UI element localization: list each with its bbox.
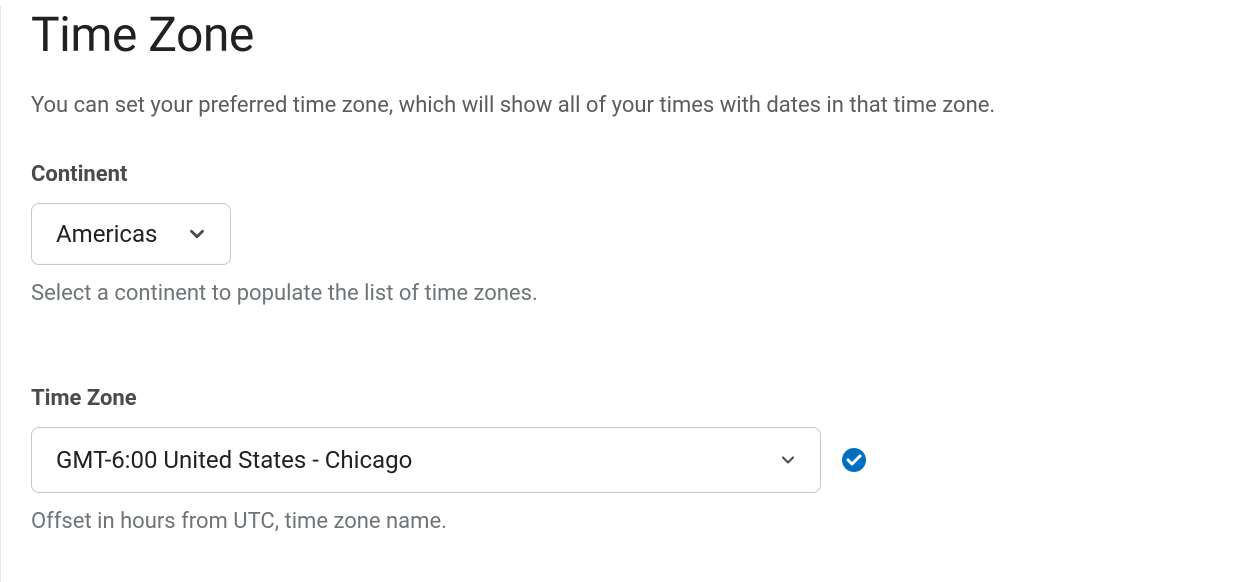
continent-select[interactable]: Americas: [31, 203, 231, 265]
timezone-description: You can set your preferred time zone, wh…: [31, 91, 1246, 122]
page-title: Time Zone: [31, 6, 1246, 63]
continent-select-value: Americas: [56, 220, 166, 248]
confirm-badge-icon: [841, 447, 867, 473]
continent-field-group: Continent Americas Select a continent to…: [31, 162, 1246, 306]
chevron-down-icon: [186, 223, 208, 245]
chevron-down-icon: [778, 450, 798, 470]
continent-label: Continent: [31, 162, 1246, 187]
continent-help-text: Select a continent to populate the list …: [31, 281, 1246, 306]
timezone-field-group: Time Zone GMT-6:00 United States - Chica…: [31, 386, 1246, 534]
timezone-select-value: GMT-6:00 United States - Chicago: [56, 446, 778, 474]
timezone-select[interactable]: GMT-6:00 United States - Chicago: [31, 427, 821, 493]
timezone-label: Time Zone: [31, 386, 1246, 411]
timezone-help-text: Offset in hours from UTC, time zone name…: [31, 509, 1246, 534]
